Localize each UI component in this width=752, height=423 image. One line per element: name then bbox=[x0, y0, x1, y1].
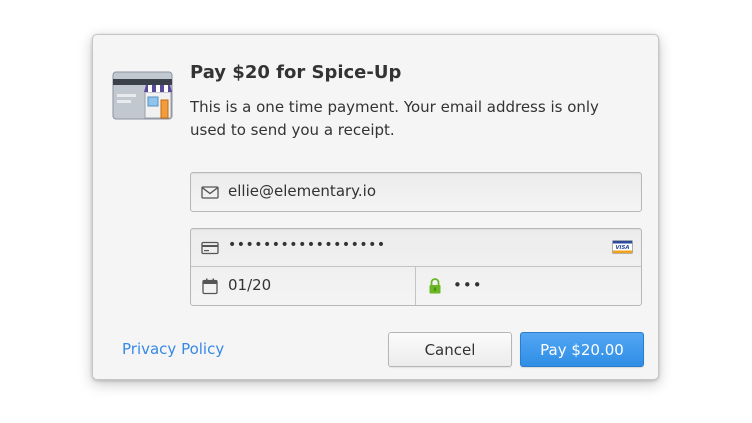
pay-button[interactable]: Pay $20.00 bbox=[520, 332, 644, 367]
calendar-icon bbox=[202, 278, 218, 295]
store-icon bbox=[112, 71, 173, 120]
payment-dialog: Pay $20 for Spice-Up This is a one time … bbox=[92, 34, 659, 380]
credit-card-icon bbox=[201, 241, 219, 255]
email-field[interactable]: ellie@elementary.io bbox=[190, 172, 642, 212]
dialog-description: This is a one time payment. Your email a… bbox=[190, 98, 599, 139]
mail-icon bbox=[201, 186, 219, 199]
visa-icon: VISA bbox=[612, 240, 633, 254]
privacy-policy-link[interactable]: Privacy Policy bbox=[122, 340, 224, 358]
cancel-button[interactable]: Cancel bbox=[388, 332, 512, 367]
email-value: ellie@elementary.io bbox=[228, 182, 377, 200]
card-details-group: •••••••••••••••••• VISA 01/20 ••• bbox=[190, 228, 642, 306]
cvc-field[interactable]: ••• bbox=[416, 267, 641, 305]
expiration-field[interactable]: 01/20 bbox=[191, 267, 416, 305]
lock-icon bbox=[429, 278, 441, 294]
dialog-title: Pay $20 for Spice-Up bbox=[190, 62, 402, 83]
svg-text:VISA: VISA bbox=[615, 245, 629, 251]
card-number-field[interactable]: •••••••••••••••••• VISA bbox=[191, 229, 641, 267]
expiration-value: 01/20 bbox=[228, 276, 272, 294]
cvc-value: ••• bbox=[453, 276, 483, 294]
card-number-value: •••••••••••••••••• bbox=[228, 237, 386, 253]
